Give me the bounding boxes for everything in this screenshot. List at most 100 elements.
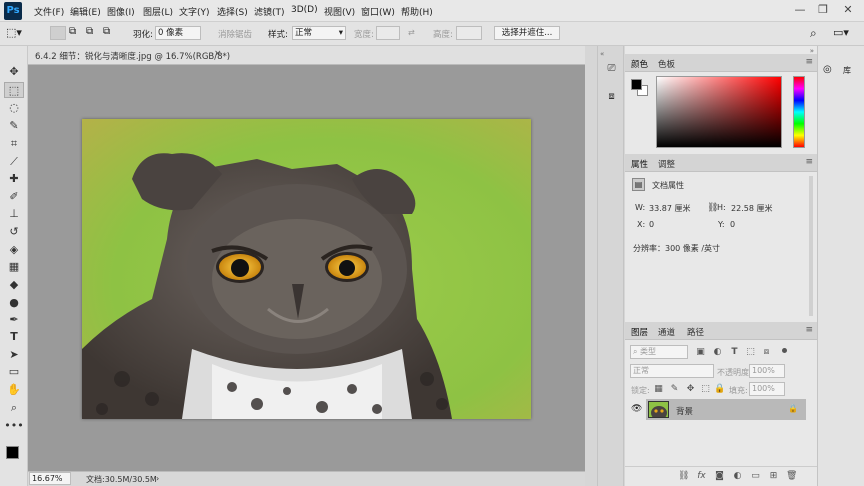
menu-view[interactable]: 视图(V) — [324, 5, 355, 18]
tab-color[interactable]: 颜色 — [631, 58, 648, 70]
panel-menu-icon[interactable]: ≡ — [805, 325, 813, 335]
crop-tool-icon[interactable]: ⌗ — [4, 136, 24, 152]
color-panel-foreground[interactable] — [631, 79, 642, 90]
workspace-icon[interactable]: ▭▾ — [833, 26, 849, 39]
menu-window[interactable]: 窗口(W) — [361, 5, 395, 18]
style-select[interactable]: 正常 ▾ — [292, 26, 346, 40]
lock-transparent-icon[interactable]: ▦ — [653, 384, 664, 394]
tab-channels[interactable]: 通道 — [658, 326, 675, 338]
select-and-mask-button[interactable]: 选择并遮住... — [494, 26, 560, 40]
intersect-selection-icon[interactable]: ⧉ — [103, 26, 110, 37]
lock-pixels-icon[interactable]: ✎ — [669, 384, 680, 394]
link-layers-icon[interactable]: ⛓ — [678, 471, 689, 481]
eyedropper-tool-icon[interactable]: ⟋ — [4, 154, 24, 170]
blend-mode-select[interactable]: 正常 — [630, 364, 714, 378]
menu-select[interactable]: 选择(S) — [217, 5, 248, 18]
y-value[interactable]: 0 — [730, 220, 735, 229]
antialias-checkbox[interactable]: 消除锯齿 — [218, 28, 252, 40]
filter-type-icon[interactable]: T — [729, 347, 740, 357]
width-input[interactable] — [376, 26, 400, 40]
collapse-panels-icon[interactable]: « — [600, 50, 604, 58]
minimize-icon[interactable]: — — [792, 2, 808, 18]
zoom-level-input[interactable]: 16.67% — [29, 472, 71, 485]
width-value[interactable]: 33.87 厘米 — [649, 203, 690, 214]
subtract-selection-icon[interactable]: ⧉ — [86, 26, 93, 37]
more-tools-icon[interactable]: ••• — [4, 418, 24, 434]
restore-icon[interactable]: ❐ — [815, 2, 831, 18]
menu-file[interactable]: 文件(F) — [34, 5, 64, 18]
menu-type[interactable]: 文字(Y) — [179, 5, 210, 18]
gradient-tool-icon[interactable]: ▦ — [4, 259, 24, 275]
lasso-tool-icon[interactable]: ◌ — [4, 100, 24, 116]
panel-menu-icon[interactable]: ≡ — [805, 57, 813, 67]
height-input[interactable] — [456, 26, 482, 40]
adjustment-layer-icon[interactable]: ◐ — [732, 471, 743, 481]
dodge-tool-icon[interactable]: ● — [4, 295, 24, 311]
libraries-icon[interactable]: ◎ — [823, 64, 832, 75]
lock-artboard-icon[interactable]: ⬚ — [700, 384, 711, 394]
panel-menu-icon[interactable]: ≡ — [805, 157, 813, 167]
clone-stamp-tool-icon[interactable]: ⊥ — [4, 206, 24, 222]
close-tab-icon[interactable]: × — [214, 49, 222, 59]
filter-pixel-icon[interactable]: ▣ — [695, 347, 706, 357]
close-window-icon[interactable]: ✕ — [840, 2, 856, 18]
fill-input[interactable]: 100% — [749, 382, 785, 396]
filter-toggle-icon[interactable] — [782, 348, 787, 353]
delete-layer-icon[interactable]: 🗑 — [786, 471, 797, 481]
quick-select-tool-icon[interactable]: ✎ — [4, 118, 24, 134]
menu-3d[interactable]: 3D(D) — [291, 5, 318, 15]
healing-brush-tool-icon[interactable]: ✚ — [4, 171, 24, 187]
menu-edit[interactable]: 编辑(E) — [70, 5, 101, 18]
brush-tool-icon[interactable]: ✐ — [4, 189, 24, 205]
hue-slider[interactable] — [793, 76, 805, 148]
tab-adjustments[interactable]: 调整 — [658, 158, 675, 170]
opacity-input[interactable]: 100% — [749, 364, 785, 378]
add-selection-icon[interactable]: ⧉ — [69, 26, 76, 37]
status-menu-icon[interactable]: › — [156, 474, 159, 483]
new-selection-icon[interactable] — [50, 26, 66, 40]
history-brush-tool-icon[interactable]: ↺ — [4, 224, 24, 240]
layer-row[interactable]: 背景 🔒 — [646, 399, 806, 420]
document-tab[interactable]: 6.4.2 细节：锐化与清晰度.jpg @ 16.7%(RGB/8*) × — [28, 46, 585, 65]
filter-smart-object-icon[interactable]: ⧈ — [761, 347, 772, 357]
properties-scrollbar[interactable] — [809, 176, 813, 316]
height-value[interactable]: 22.58 厘米 — [731, 203, 772, 214]
filter-adjustment-icon[interactable]: ◐ — [712, 347, 723, 357]
tab-swatches[interactable]: 色板 — [658, 58, 675, 70]
filter-shape-icon[interactable]: ⬚ — [745, 347, 756, 357]
properties-dock-icon[interactable]: ⧈ — [603, 88, 620, 105]
marquee-tool-icon[interactable]: ⬚ — [4, 82, 24, 98]
blur-tool-icon[interactable]: ◆ — [4, 277, 24, 293]
color-field[interactable] — [656, 76, 782, 148]
x-value[interactable]: 0 — [649, 220, 654, 229]
fx-icon[interactable]: fx — [696, 471, 707, 481]
marquee-options-icon[interactable]: ⬚▾ — [6, 26, 22, 39]
foreground-color-swatch[interactable] — [6, 446, 19, 459]
add-mask-icon[interactable]: ◙ — [714, 471, 725, 481]
layer-filter-select[interactable]: ⌕ 类型 — [630, 345, 688, 359]
eraser-tool-icon[interactable]: ◈ — [4, 242, 24, 258]
tab-paths[interactable]: 路径 — [687, 326, 704, 338]
zoom-tool-icon[interactable]: ⌕ — [4, 400, 24, 416]
new-group-icon[interactable]: ▭ — [750, 471, 761, 481]
lock-all-icon[interactable]: 🔒 — [714, 384, 725, 394]
lock-position-icon[interactable]: ✥ — [685, 384, 696, 394]
move-tool-icon[interactable]: ✥ — [4, 64, 24, 80]
layer-name[interactable]: 背景 — [676, 405, 693, 417]
hand-tool-icon[interactable]: ✋ — [4, 382, 24, 398]
document-canvas[interactable] — [82, 119, 531, 419]
pen-tool-icon[interactable]: ✒ — [4, 312, 24, 328]
history-panel-icon[interactable]: ⎚ — [603, 60, 620, 77]
tab-properties[interactable]: 属性 — [631, 158, 648, 170]
rectangle-tool-icon[interactable]: ▭ — [4, 364, 24, 380]
menu-filter[interactable]: 滤镜(T) — [254, 5, 285, 18]
search-icon[interactable]: ⌕ — [810, 26, 817, 41]
path-select-tool-icon[interactable]: ➤ — [4, 347, 24, 363]
swap-icon[interactable]: ⇄ — [408, 28, 415, 37]
menu-layer[interactable]: 图层(L) — [143, 5, 173, 18]
libraries-label[interactable]: 库 — [843, 65, 851, 76]
menu-help[interactable]: 帮助(H) — [401, 5, 433, 18]
menu-image[interactable]: 图像(I) — [107, 5, 135, 18]
type-tool-icon[interactable]: T — [4, 329, 24, 345]
tab-layers[interactable]: 图层 — [631, 326, 648, 338]
